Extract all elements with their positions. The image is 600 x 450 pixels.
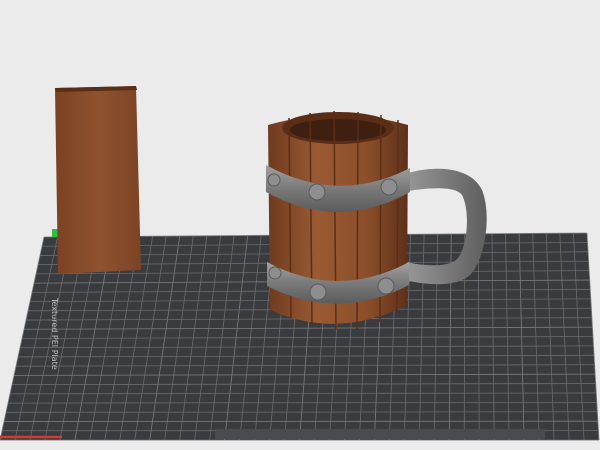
wipe-tower[interactable] [52,86,141,274]
y-axis-indicator [52,229,58,237]
scene[interactable]: Textured PEI Plate [0,0,600,450]
bed-logo-strip [215,429,545,439]
bed-label: Textured PEI Plate [50,297,59,370]
3d-viewport[interactable]: Textured PEI Plate [0,0,600,450]
mug-handle [402,168,487,285]
grid-line [5,411,598,413]
